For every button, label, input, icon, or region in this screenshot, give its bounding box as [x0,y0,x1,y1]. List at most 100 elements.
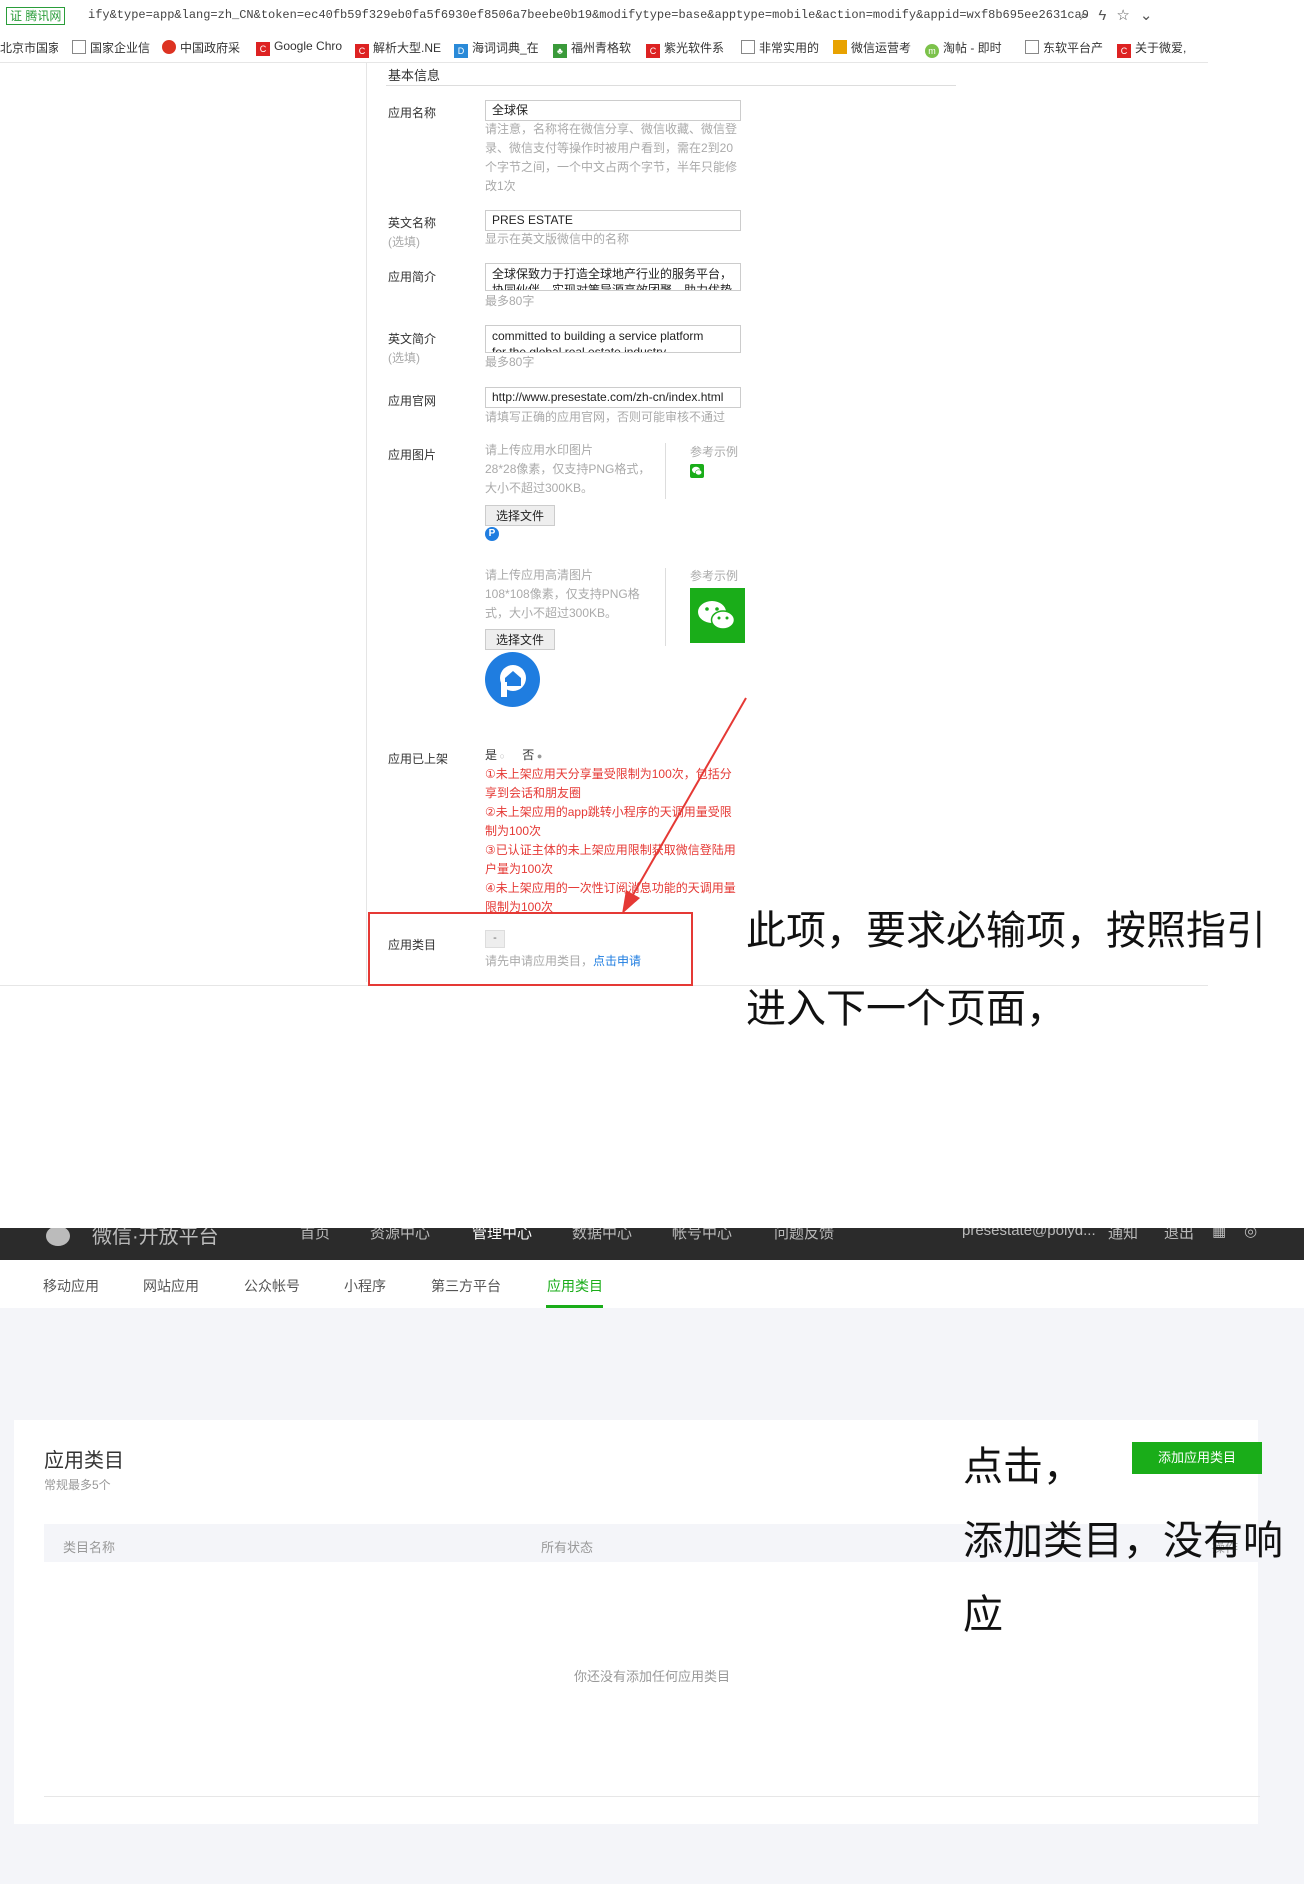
radio-selected-icon[interactable]: ● [534,751,542,761]
tab-official-account[interactable]: 公众帐号 [244,1276,300,1296]
annotation2-line2: 添加类目，没有响 [963,1518,1283,1564]
en-intro-optional: (选填) [388,351,420,365]
website-hint: 请填写正确的应用官网，否则可能审核不通过 [485,410,726,424]
platform-top-nav: 微信·开放平台 首页 资源中心 管理中心 数据中心 帐号中心 问题反馈 pres… [0,1228,1304,1260]
tab-website-app[interactable]: 网站应用 [143,1276,199,1296]
add-category-button[interactable]: 添加应用类目 [1132,1442,1262,1474]
card-subtitle: 常规最多5个 [44,1478,111,1492]
annotation-text-line2: 进入下一个页面， [746,986,1066,1032]
section-divider [386,85,956,86]
nav-home[interactable]: 首页 [300,1228,330,1243]
en-name-input[interactable]: PRES ESTATE [485,210,741,231]
en-name-optional: (选填) [388,235,420,249]
platform-brand[interactable]: 微信·开放平台 [92,1228,219,1249]
page-icon [741,40,755,54]
bookmark-item[interactable]: m 淘帖 - 即时 [925,39,1005,58]
m-logo-icon: m [925,44,939,58]
radio-no[interactable]: 否 ● [522,748,542,762]
nav-data[interactable]: 数据中心 [572,1228,632,1243]
annotation-arrow [622,697,747,914]
column-category-name: 类目名称 [63,1540,116,1555]
bookmark-item[interactable]: D 海词词典_在 [454,39,540,58]
intro-textarea[interactable]: 全球保致力于打造全球地产行业的服务平台， 协同伙伴，实现对策导源高效团聚，助力优… [485,263,741,291]
bookmark-item[interactable]: 微信运营考 [833,39,913,56]
ref-example-label: 参考示例 [690,445,739,459]
card-bottom-line [44,1796,1260,1797]
app-logo-large-icon [485,652,540,707]
dict-icon: D [454,44,468,58]
nav-feedback[interactable]: 问题反馈 [774,1228,834,1243]
app-name-input[interactable]: 全球保 [485,100,741,121]
empty-state-text: 你还没有添加任何应用类目 [573,1669,730,1684]
bookmark-item[interactable]: C 紫光软件系 [646,39,728,58]
tab-third-party[interactable]: 第三方平台 [431,1276,501,1296]
large-image-hint: 请上传应用高清图片 108*108像素，仅支持PNG格 式，大小不超过300KB… [485,568,640,620]
page-icon [1025,40,1039,54]
address-bar-icons[interactable]: ⌕ϟ☆⌄ [1080,6,1162,24]
images-label: 应用图片 [388,448,437,462]
nav-management[interactable]: 管理中心 [472,1228,532,1243]
small-image-hint: 请上传应用水印图片 28*28像素，仅支持PNG格式， 大小不超过300KB。 [485,443,651,495]
image-divider [665,443,666,499]
listed-label: 应用已上架 [388,752,449,766]
lightning-icon[interactable]: ϟ [1098,7,1116,24]
nav-account[interactable]: 帐号中心 [672,1228,732,1243]
radio-icon[interactable]: ○ [497,751,505,761]
choose-file-button[interactable]: 选择文件 [485,629,556,650]
app-logo-small-icon: P [485,527,499,541]
listed-radio-group: 是 ○ 否 ● [485,746,542,763]
en-name-hint: 显示在英文版微信中的名称 [485,232,630,246]
c-logo-icon: C [355,44,369,58]
tab-mobile-app[interactable]: 移动应用 [43,1276,99,1296]
c-logo-icon: C [256,42,270,56]
search-icon[interactable]: ⌕ [1080,7,1098,24]
url-text[interactable]: ify&type=app&lang=zh_CN&token=ec40fb59f3… [88,8,1088,22]
star-icon[interactable]: ☆ [1116,7,1139,24]
nav-resources[interactable]: 资源中心 [370,1228,430,1243]
bookmark-item[interactable]: C 关于微爱, [1117,39,1207,58]
intro-hint: 最多80字 [485,294,535,308]
annotation2-line3: 应 [963,1592,1003,1638]
en-intro-hint: 最多80字 [485,355,535,369]
card-title: 应用类目 [44,1450,124,1472]
tab-app-category[interactable]: 应用类目 [547,1276,603,1296]
intro-label: 应用简介 [388,270,437,284]
nav-notifications[interactable]: 通知 [1108,1228,1138,1243]
tab-mini-program[interactable]: 小程序 [344,1276,386,1296]
globe-icon[interactable]: ◎ [1244,1228,1257,1240]
wechat-large-icon [690,588,745,643]
emblem-icon [162,40,176,54]
bookmark-item[interactable]: 非常实用的 [741,39,821,56]
bookmarks-bar: 北京市国家 国家企业信 中国政府采 C Google Chro C 解析大型.NE … [0,32,1208,63]
bookmark-item[interactable]: 中国政府采 [162,39,242,56]
choose-file-button[interactable]: 选择文件 [485,505,556,526]
radio-yes[interactable]: 是 ○ [485,748,505,762]
chevron-down-icon[interactable]: ⌄ [1140,7,1163,24]
website-input[interactable]: http://www.presestate.com/zh-cn/index.ht… [485,387,741,408]
bookmark-item[interactable]: 国家企业信 [72,39,150,56]
browser-address-bar[interactable]: 证 腾讯网 ify&type=app&lang=zh_CN&token=ec40… [0,0,1195,33]
grid-icon[interactable]: ▦ [1212,1228,1226,1240]
platform-tabs: 移动应用 网站应用 公众帐号 小程序 第三方平台 应用类目 [0,1260,1304,1309]
tree-icon: ♣ [553,44,567,58]
nav-logout[interactable]: 退出 [1164,1228,1194,1243]
wechat-ops-icon [833,40,847,54]
en-intro-label: 英文简介 [388,332,437,346]
wechat-small-icon [690,464,704,478]
bookmark-item[interactable]: ♣ 福州青格软 [553,39,633,58]
column-status-filter[interactable]: 所有状态 [541,1537,593,1556]
nav-user-email[interactable]: presestate@polyd... [962,1228,1096,1239]
bookmark-item[interactable]: 北京市国家 [0,39,58,56]
annotation-text-line1: 此项，要求必输项，按照指引 [746,908,1266,954]
bookmark-item[interactable]: C 解析大型.NE [355,39,441,58]
en-name-label: 英文名称 [388,216,437,230]
bookmark-item[interactable]: C Google Chro [256,39,342,56]
wechat-logo-icon [46,1228,70,1246]
en-intro-textarea[interactable]: committed to building a service platform… [485,325,741,353]
section-title: 基本信息 [388,68,441,83]
annotation2-line1: 点击， [963,1444,1083,1490]
c-logo-icon: C [1117,44,1131,58]
app-name-label: 应用名称 [388,106,437,120]
ref-example-label: 参考示例 [690,569,739,583]
bookmark-item[interactable]: 东软平台产 [1025,39,1105,56]
